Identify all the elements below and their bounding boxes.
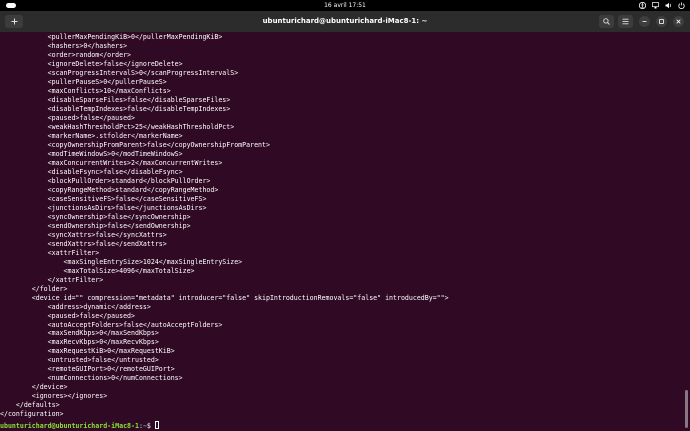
shell-prompt[interactable]: ubunturichard@ubunturichard-iMac8-1:~$ (0, 421, 159, 431)
terminal-line: <numConnections>0</numConnections> (0, 374, 183, 383)
terminal-line: </folder> (0, 284, 68, 293)
terminal-line: <scanProgressIntervalS>0</scanProgressIn… (0, 68, 239, 77)
terminal-line: <maxRequestKiB>0</maxRequestKiB> (0, 347, 175, 356)
minimize-button[interactable] (639, 16, 650, 27)
terminal-line: </device> (0, 383, 68, 392)
terminal-line: <address>dynamic</address> (0, 302, 151, 311)
terminal-line: <maxSingleEntrySize>1024</maxSingleEntry… (0, 257, 243, 266)
window-title: ubunturichard@ubunturichard-iMac8-1: ~ (262, 17, 428, 25)
volume-icon[interactable] (665, 2, 672, 9)
terminal-line: <maxConcurrentWrites>2</maxConcurrentWri… (0, 158, 223, 167)
terminal-line: </xattrFilter> (0, 275, 104, 284)
terminal-line: <autoAcceptFolders>false</autoAcceptFold… (0, 320, 223, 329)
terminal-line: <untrusted>false</untrusted> (0, 356, 159, 365)
maximize-button[interactable] (656, 16, 667, 27)
terminal-line: <maxTotalSize>4096</maxTotalSize> (0, 266, 195, 275)
terminal-line: <modTimeWindowS>0</modTimeWindowS> (0, 149, 183, 158)
terminal-line: <syncXattrs>false</syncXattrs> (0, 230, 167, 239)
accessibility-icon[interactable] (638, 1, 647, 10)
terminal-line: <weakHashThresholdPct>25</weakHashThresh… (0, 122, 235, 131)
hamburger-menu-icon (622, 18, 629, 25)
prompt-symbol: $ (146, 422, 155, 430)
terminal-line: <xattrFilter> (0, 248, 100, 257)
terminal-line: <sendXattrs>false</sendXattrs> (0, 239, 167, 248)
terminal-line: <junctionsAsDirs>false</junctionsAsDirs> (0, 203, 207, 212)
terminal-line: <ignores></ignores> (0, 392, 108, 401)
power-icon[interactable] (678, 2, 685, 9)
terminal-line: <copyRangeMethod>standard</copyRangeMeth… (0, 185, 219, 194)
system-top-bar: 16 avril 17:51 (0, 0, 690, 11)
terminal-line: <syncOwnership>false</syncOwnership> (0, 212, 191, 221)
terminal-line: <caseSensitiveFS>false</caseSensitiveFS> (0, 194, 207, 203)
terminal-line: <maxRecvKbps>0</maxRecvKbps> (0, 338, 159, 347)
terminal-line: <copyOwnershipFromParent>false</copyOwne… (0, 140, 270, 149)
terminal-line: <blockPullOrder>standard</blockPullOrder… (0, 176, 211, 185)
prompt-user-host: ubunturichard@ubunturichard-iMac8-1 (0, 422, 139, 430)
terminal-line: </configuration> (0, 410, 64, 419)
search-icon (603, 18, 610, 25)
terminal-line: <maxSendKbps>0</maxSendKbps> (0, 329, 159, 338)
scrollbar-thumb[interactable] (685, 390, 688, 428)
close-icon (676, 19, 681, 24)
minimize-icon (642, 21, 647, 22)
terminal-line: <disableTempIndexes>false</disableTempIn… (0, 104, 231, 113)
terminal-line: </defaults> (0, 401, 60, 410)
terminal-line: <ignoreDelete>false</ignoreDelete> (0, 59, 183, 68)
terminal-line: <sendOwnership>false</sendOwnership> (0, 221, 191, 230)
terminal-line: <paused>false</paused> (0, 311, 135, 320)
close-button[interactable] (673, 16, 684, 27)
system-tray[interactable] (638, 0, 685, 11)
terminal-header-bar: ubunturichard@ubunturichard-iMac8-1: ~ (0, 11, 690, 32)
search-button[interactable] (599, 15, 614, 28)
terminal-line: <disableSparseFiles>false</disableSparse… (0, 95, 231, 104)
terminal-line: <order>random</order> (0, 50, 132, 59)
terminal-line: <hashers>0</hashers> (0, 41, 128, 50)
terminal-line: <device id="" compression="metadata" int… (0, 293, 449, 302)
network-icon[interactable] (652, 2, 659, 9)
terminal-line: <disableFsync>false</disableFsync> (0, 167, 183, 176)
terminal-output-area[interactable]: <pullerMaxPendingKiB>0</pullerMaxPending… (0, 32, 690, 431)
menu-button[interactable] (618, 15, 633, 28)
text-cursor (154, 421, 159, 429)
terminal-line: <maxConflicts>10</maxConflicts> (0, 86, 171, 95)
terminal-line: <pullerPauseS>0</pullerPauseS> (0, 77, 167, 86)
maximize-icon (659, 19, 664, 24)
terminal-line: <markerName>.stfolder</markerName> (0, 131, 183, 140)
terminal-line: <remoteGUIPort>0</remoteGUIPort> (0, 365, 175, 374)
terminal-output: <pullerMaxPendingKiB>0</pullerMaxPending… (0, 33, 449, 419)
terminal-line: <paused>false</paused> (0, 113, 135, 122)
clock[interactable]: 16 avril 17:51 (0, 0, 690, 11)
terminal-line: <pullerMaxPendingKiB>0</pullerMaxPending… (0, 33, 223, 41)
